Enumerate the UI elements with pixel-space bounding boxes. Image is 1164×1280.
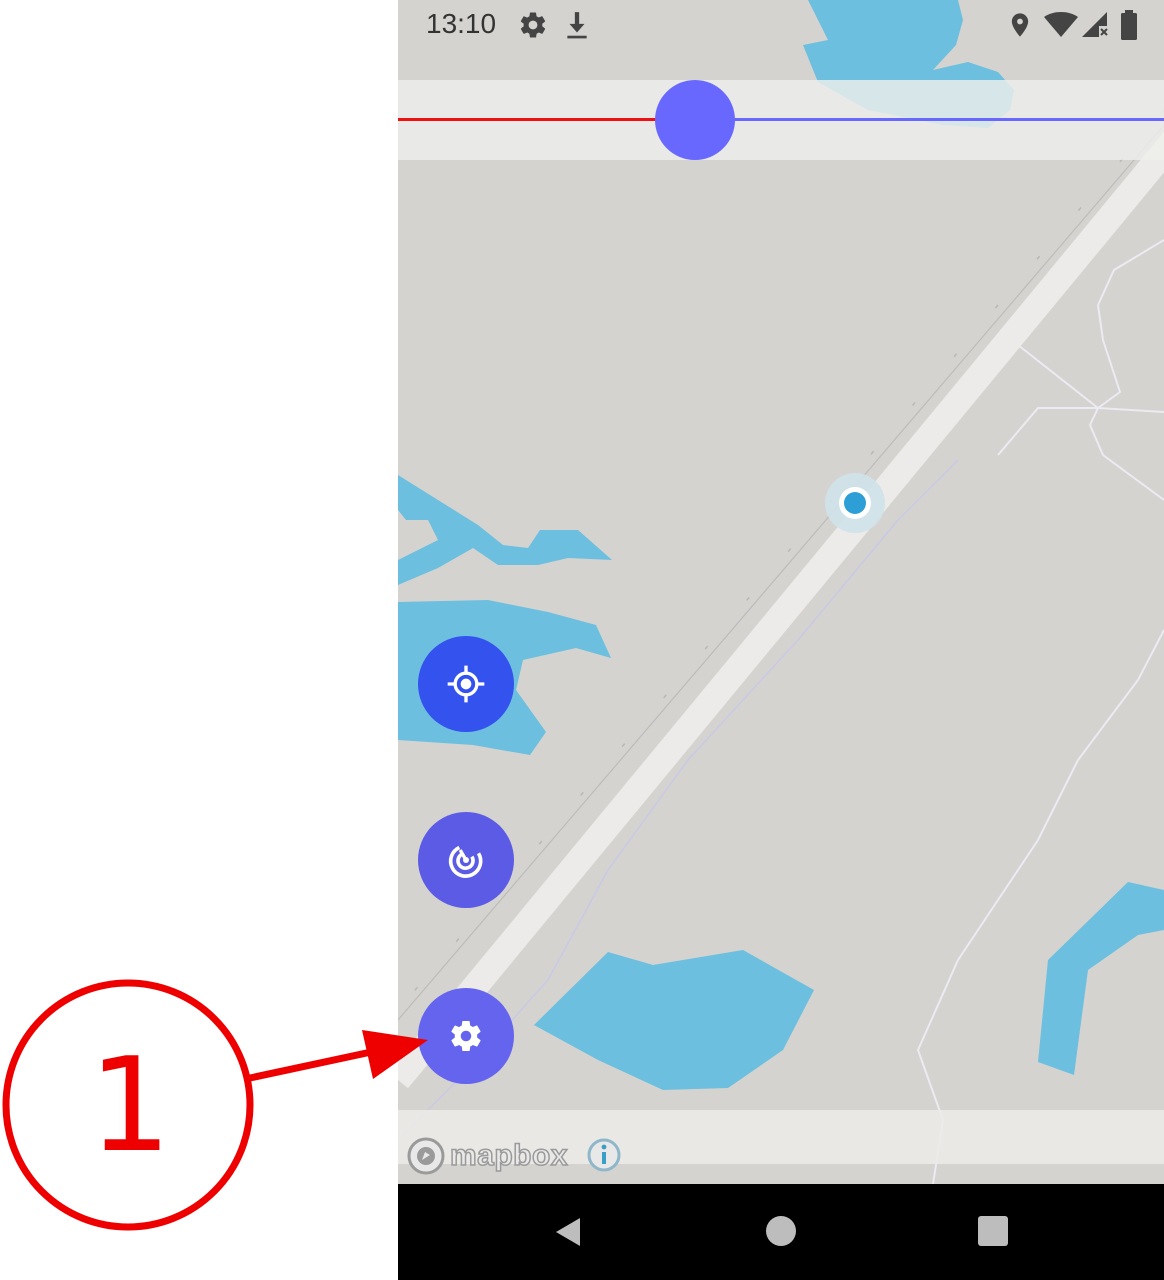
status-bar: 13:10 bbox=[398, 0, 1164, 50]
phone-screen: 13:10 mapbox bbox=[398, 0, 1164, 1280]
user-location-dot bbox=[844, 492, 866, 514]
map-view[interactable] bbox=[398, 0, 1164, 1184]
slider-thumb[interactable] bbox=[655, 80, 735, 160]
mapbox-mark-icon bbox=[407, 1137, 445, 1175]
slider-remaining-track bbox=[695, 118, 1164, 121]
download-icon bbox=[567, 12, 587, 39]
locate-button[interactable] bbox=[418, 636, 514, 732]
location-pin-icon bbox=[1011, 13, 1029, 37]
settings-button[interactable] bbox=[418, 988, 514, 1084]
wifi-icon bbox=[1044, 12, 1078, 37]
settings-gear-icon bbox=[520, 12, 546, 38]
info-icon[interactable] bbox=[586, 1137, 622, 1173]
annotation-number: 1 bbox=[88, 1029, 172, 1181]
slider-filled-track bbox=[398, 118, 695, 121]
back-triangle-icon[interactable] bbox=[552, 1216, 584, 1248]
recents-square-icon[interactable] bbox=[978, 1216, 1008, 1246]
gps-crosshair-icon bbox=[447, 665, 485, 703]
cell-signal-no-data-icon bbox=[1082, 12, 1108, 37]
gear-icon bbox=[451, 1021, 481, 1052]
home-circle-icon[interactable] bbox=[766, 1216, 796, 1246]
status-time: 13:10 bbox=[426, 8, 497, 39]
mapbox-wordmark: mapbox bbox=[449, 1138, 569, 1173]
radar-button[interactable] bbox=[418, 812, 514, 908]
annotation-arrow-shaft bbox=[249, 1045, 386, 1082]
mapbox-logo[interactable]: mapbox bbox=[406, 1136, 568, 1176]
battery-icon bbox=[1121, 10, 1137, 40]
radar-icon bbox=[448, 845, 483, 878]
